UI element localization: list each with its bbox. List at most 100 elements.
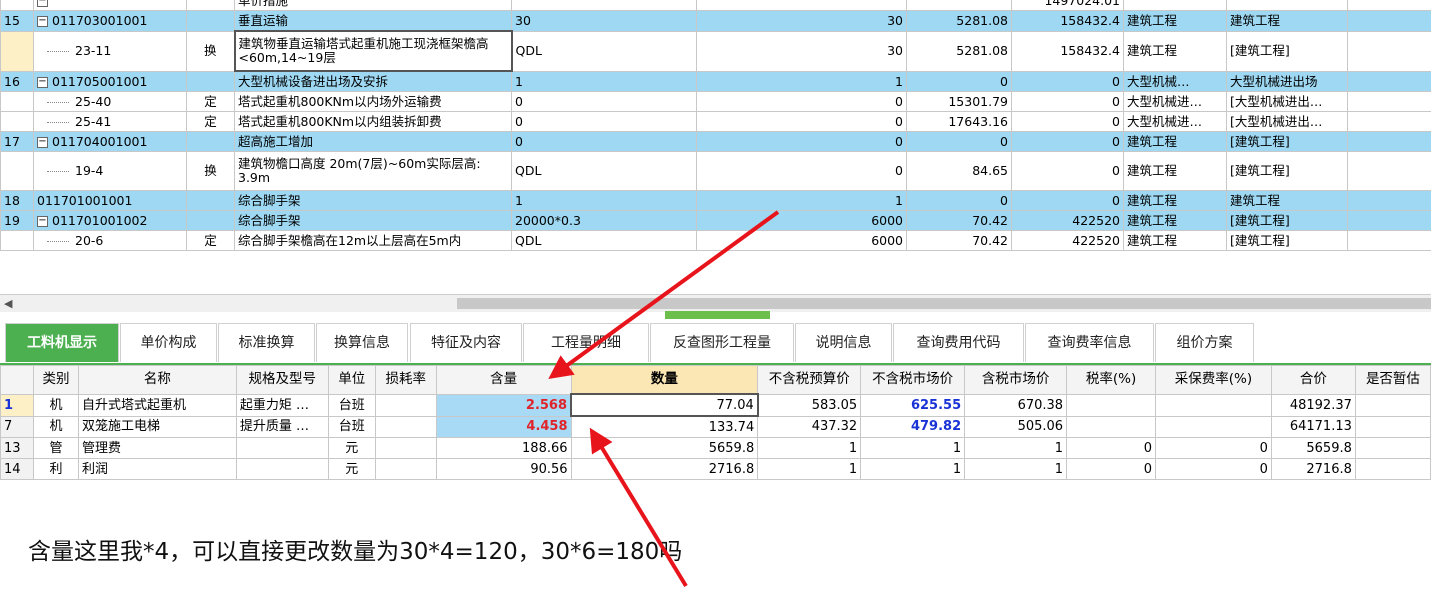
cell-cls[interactable]: 机 (32, 415, 79, 438)
item-type[interactable] (186, 210, 235, 231)
column-header[interactable]: 数量 (570, 365, 759, 395)
cell-tax[interactable]: 0 (1066, 437, 1156, 459)
item-type[interactable]: 换 (186, 30, 235, 72)
item-code[interactable]: −011705001001 (33, 70, 187, 92)
row-number[interactable] (0, 111, 34, 132)
item-subcategory[interactable]: [建筑工程] (1226, 131, 1348, 152)
horizontal-scrollbar[interactable]: ◀ (0, 294, 1431, 312)
item-total[interactable]: 1497024.01 (1011, 0, 1124, 11)
column-header[interactable]: 不含税市场价 (860, 365, 966, 395)
item-type[interactable]: 定 (186, 91, 235, 112)
cell-total[interactable]: 48192.37 (1270, 393, 1356, 417)
cell-loss[interactable] (374, 393, 437, 417)
item-code[interactable]: − (33, 0, 187, 11)
cell-rn[interactable]: 7 (0, 415, 34, 438)
collapse-toggle-icon[interactable]: − (37, 0, 48, 7)
cell-market[interactable]: 1 (860, 437, 966, 459)
item-extra[interactable] (1347, 190, 1431, 211)
item-code[interactable]: −011703001001 (33, 10, 187, 32)
item-subcategory[interactable] (1226, 0, 1348, 11)
cell-tax_market[interactable]: 1 (964, 437, 1068, 459)
cell-qty[interactable]: 77.04 (570, 393, 759, 417)
item-subcategory[interactable]: [大型机械进出… (1226, 91, 1348, 112)
cell-total[interactable]: 64171.13 (1270, 415, 1356, 438)
item-row[interactable]: 15 −011703001001 垂直运输 30 30 5281.08 158432.4 建筑… (0, 10, 1431, 32)
item-quantity[interactable]: 30 (696, 10, 907, 32)
item-name[interactable]: 综合脚手架檐高在12m以上层高在5m内 (234, 230, 512, 251)
cell-total[interactable]: 5659.8 (1270, 437, 1356, 459)
cell-tax_market[interactable]: 1 (964, 458, 1068, 480)
item-subcategory[interactable]: [建筑工程] (1226, 30, 1348, 72)
tab-5[interactable]: 工程量明细 (523, 323, 649, 362)
item-total[interactable]: 422520 (1011, 230, 1124, 251)
tab-8[interactable]: 查询费用代码 (893, 323, 1024, 362)
item-type[interactable] (186, 10, 235, 32)
item-quantity-expr[interactable] (511, 0, 697, 11)
column-header[interactable]: 规格及型号 (235, 365, 329, 395)
item-subcategory[interactable]: [大型机械进出… (1226, 111, 1348, 132)
item-quantity-expr[interactable]: 0 (511, 111, 697, 132)
cell-tax_market[interactable]: 670.38 (964, 393, 1068, 417)
item-category[interactable]: 建筑工程 (1123, 190, 1227, 211)
item-unit-price[interactable]: 0 (906, 190, 1012, 211)
item-name[interactable]: 建筑物檐口高度 20m(7层)~60m实际层高: 3.9m (234, 151, 512, 191)
item-category[interactable]: 建筑工程 (1123, 230, 1227, 251)
item-unit-price[interactable]: 17643.16 (906, 111, 1012, 132)
item-type[interactable]: 定 (186, 111, 235, 132)
cell-spec[interactable]: 提升质量 … (235, 415, 329, 438)
cell-content[interactable]: 2.568 (435, 393, 572, 417)
cell-tax_market[interactable]: 505.06 (964, 415, 1068, 438)
item-name[interactable]: 综合脚手架 (234, 190, 512, 211)
item-quantity-expr[interactable]: 1 (511, 70, 697, 92)
row-number[interactable] (0, 230, 34, 251)
item-code[interactable]: 25-40 (33, 91, 187, 112)
tab-7[interactable]: 说明信息 (795, 323, 892, 362)
item-total[interactable]: 0 (1011, 111, 1124, 132)
cell-budget[interactable]: 583.05 (757, 393, 862, 417)
tab-9[interactable]: 查询费率信息 (1025, 323, 1154, 362)
item-row[interactable]: 23-11 换 建筑物垂直运输塔式起重机施工现浇框架檐高<60m,14~19层 QDL… (0, 30, 1431, 72)
cell-name[interactable]: 双笼施工电梯 (77, 415, 237, 438)
item-row[interactable]: 19 −011701001002 综合脚手架 20000*0.3 6000 70.42 42… (0, 210, 1431, 231)
item-row[interactable]: − 单价措施 1497024.01 (0, 0, 1431, 11)
item-extra[interactable] (1347, 70, 1431, 92)
tab-10[interactable]: 组价方案 (1155, 323, 1254, 362)
item-row[interactable]: 19-4 换 建筑物檐口高度 20m(7层)~60m实际层高: 3.9m QDL 0 84… (0, 151, 1431, 191)
cell-bao[interactable] (1155, 393, 1272, 417)
cell-market[interactable]: 1 (860, 458, 966, 480)
item-name[interactable]: 塔式起重机800KNm以内场外运输费 (234, 91, 512, 112)
item-total[interactable]: 0 (1011, 131, 1124, 152)
cell-loss[interactable] (374, 415, 437, 438)
cell-content[interactable]: 4.458 (435, 415, 572, 438)
item-quantity-expr[interactable]: 0 (511, 131, 697, 152)
collapse-toggle-icon[interactable]: − (37, 76, 48, 88)
cell-spec[interactable] (235, 437, 329, 459)
item-category[interactable]: 建筑工程 (1123, 151, 1227, 191)
item-unit-price[interactable]: 5281.08 (906, 10, 1012, 32)
item-subcategory[interactable]: [建筑工程] (1226, 151, 1348, 191)
cell-estimate[interactable] (1354, 458, 1431, 480)
item-total[interactable]: 158432.4 (1011, 30, 1124, 72)
item-extra[interactable] (1347, 30, 1431, 72)
item-extra[interactable] (1347, 91, 1431, 112)
tab-2[interactable]: 标准换算 (218, 323, 315, 362)
cell-cls[interactable]: 利 (32, 458, 79, 480)
item-quantity-expr[interactable]: 20000*0.3 (511, 210, 697, 231)
item-quantity[interactable] (696, 0, 907, 11)
cell-tax[interactable] (1066, 415, 1156, 438)
item-category[interactable]: 大型机械进… (1123, 111, 1227, 132)
cell-name[interactable]: 自升式塔式起重机 (77, 393, 237, 417)
cell-rn[interactable]: 14 (0, 458, 34, 480)
item-type[interactable] (186, 190, 235, 211)
cell-bao[interactable]: 0 (1155, 437, 1272, 459)
item-extra[interactable] (1347, 210, 1431, 231)
cell-cls[interactable]: 管 (32, 437, 79, 459)
item-unit-price[interactable]: 0 (906, 131, 1012, 152)
tab-4[interactable]: 特征及内容 (410, 323, 522, 362)
tab-3[interactable]: 换算信息 (316, 323, 408, 362)
cell-qty[interactable]: 2716.8 (570, 458, 759, 480)
cell-content[interactable]: 188.66 (435, 437, 572, 459)
cell-qty[interactable]: 5659.8 (570, 437, 759, 459)
item-name[interactable]: 建筑物垂直运输塔式起重机施工现浇框架檐高<60m,14~19层 (233, 30, 513, 72)
item-unit-price[interactable]: 0 (906, 70, 1012, 92)
